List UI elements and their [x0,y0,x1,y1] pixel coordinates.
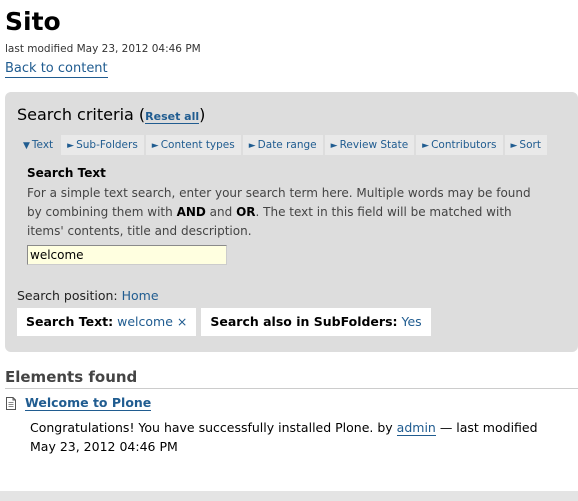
chip-key: Search Text: [26,314,114,329]
chip-value-link[interactable]: Yes [402,314,422,329]
result-title-row: Welcome to Plone [5,396,565,411]
search-position-label: Search position: [17,288,122,303]
chevron-right-icon: ► [248,141,256,151]
search-position: Search position: Home [17,288,159,303]
search-text-label: Search Text [27,166,106,180]
result-desc-text: Congratulations! You have successfully i… [30,420,397,435]
remove-icon[interactable]: × [177,314,187,329]
search-criteria-title: Search criteria ( [17,105,146,124]
tab-text[interactable]: ▼ Text [17,135,60,155]
text-tab-body: Search Text For a simple text search, en… [27,165,547,265]
tab-sub-folders[interactable]: ► Sub-Folders [61,135,144,155]
search-text-help: For a simple text search, enter your sea… [27,184,547,241]
search-criteria-panel: Search criteria (Reset all) ▼ Text ► Sub-F… [5,92,578,352]
author-link[interactable]: admin [396,420,436,436]
chevron-down-icon: ▼ [23,141,30,151]
tab-date-range[interactable]: ► Date range [242,135,323,155]
back-to-content-link[interactable]: Back to content [5,61,108,78]
tab-label: Review State [339,139,409,151]
search-text-input[interactable] [27,245,227,265]
tab-label: Sort [519,139,541,151]
list-item: Welcome to Plone Congratulations! You ha… [5,396,565,456]
tab-content-types[interactable]: ► Content types [145,135,241,155]
chip-value-link[interactable]: welcome [117,314,173,329]
chevron-right-icon: ► [151,141,159,151]
criteria-tabs: ▼ Text ► Sub-Folders ► Content types ► Date … [17,135,549,155]
help-or-keyword: OR [236,205,256,219]
search-criteria-close-paren: ) [199,105,206,124]
chevron-right-icon: ► [422,141,430,151]
last-modified-text: last modified May 23, 2012 04:46 PM [5,43,201,55]
footer-bar [0,491,578,501]
tab-label: Text [31,139,54,151]
search-position-link[interactable]: Home [122,288,159,303]
tab-sort[interactable]: ► Sort [504,135,547,155]
chip-key: Search also in SubFolders: [210,314,398,329]
tab-label: Content types [160,139,235,151]
tab-label: Contributors [431,139,497,151]
tab-label: Sub-Folders [76,139,138,151]
tab-review-state[interactable]: ► Review State [324,135,415,155]
results-heading: Elements found [5,368,578,389]
active-criteria: Search Text: welcome × Search also in Su… [17,308,436,336]
help-and-keyword: AND [176,205,206,219]
help-text-part: and [205,205,237,219]
chevron-right-icon: ► [67,141,75,151]
result-description: Congratulations! You have successfully i… [30,418,565,456]
subfolders-chip: Search also in SubFolders: Yes [201,308,431,336]
reset-all-link[interactable]: Reset all [145,110,200,124]
tab-label: Date range [257,139,317,151]
search-text-chip: Search Text: welcome × [17,308,197,336]
chevron-right-icon: ► [330,141,338,151]
search-criteria-heading: Search criteria (Reset all) [17,105,205,124]
page-title: Sito [5,7,61,36]
result-title-link[interactable]: Welcome to Plone [25,396,152,411]
tab-contributors[interactable]: ► Contributors [416,135,503,155]
chevron-right-icon: ► [510,141,518,151]
document-icon [5,397,17,410]
